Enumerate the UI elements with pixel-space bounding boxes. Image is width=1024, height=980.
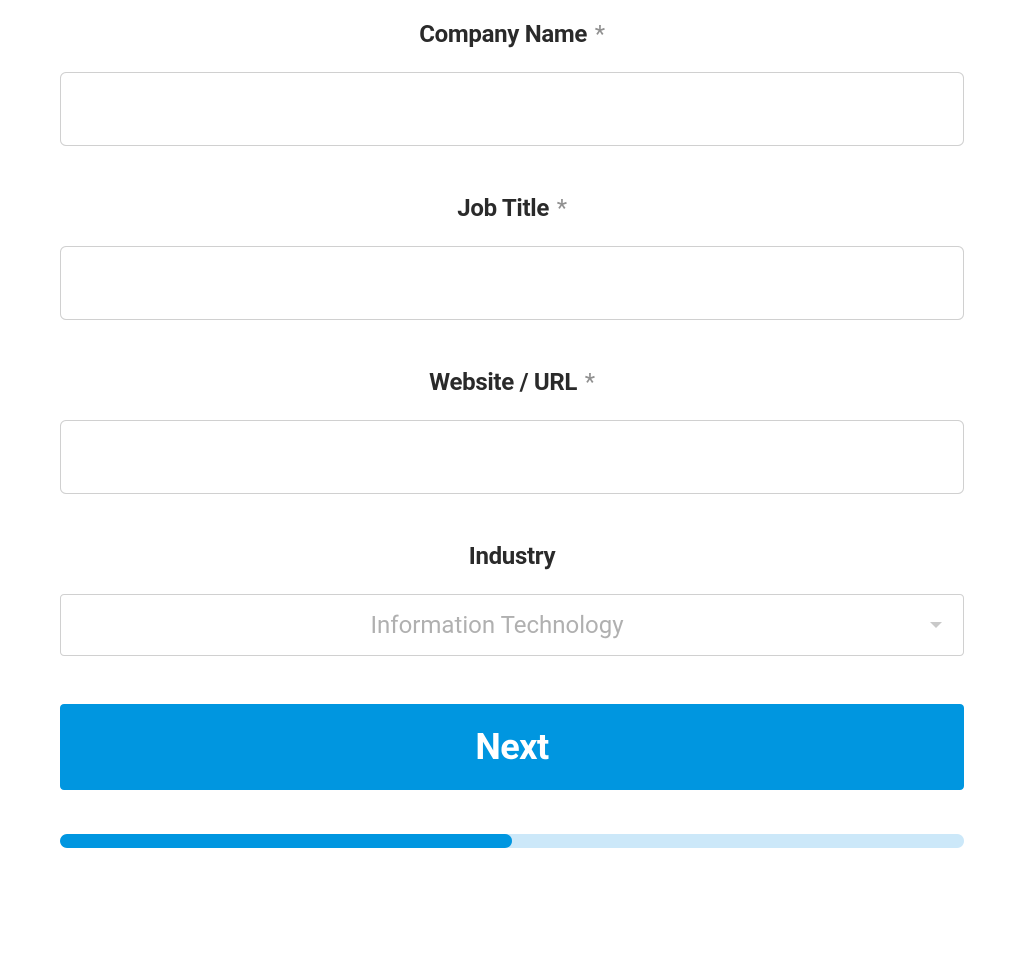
required-asterisk: * xyxy=(595,20,605,48)
job-title-field-group: Job Title * xyxy=(60,194,964,320)
industry-field-group: Industry Information Technology xyxy=(60,542,964,656)
website-field-group: Website / URL * xyxy=(60,368,964,494)
industry-select-wrapper: Information Technology xyxy=(60,594,964,656)
industry-label: Industry xyxy=(60,542,964,570)
job-title-label: Job Title * xyxy=(60,194,964,222)
progress-fill xyxy=(60,834,512,848)
form-container: Company Name * Job Title * Website / URL… xyxy=(60,20,964,848)
company-label-text: Company Name xyxy=(419,20,587,48)
job-title-input[interactable] xyxy=(60,246,964,320)
website-label-text: Website / URL xyxy=(429,368,577,396)
industry-select[interactable]: Information Technology xyxy=(60,594,964,656)
job-title-label-text: Job Title xyxy=(457,194,549,222)
progress-bar xyxy=(60,834,964,848)
website-label: Website / URL * xyxy=(60,368,964,396)
website-input[interactable] xyxy=(60,420,964,494)
company-label: Company Name * xyxy=(60,20,964,48)
company-field-group: Company Name * xyxy=(60,20,964,146)
next-button[interactable]: Next xyxy=(60,704,964,790)
industry-label-text: Industry xyxy=(469,542,556,570)
company-input[interactable] xyxy=(60,72,964,146)
required-asterisk: * xyxy=(557,194,567,222)
required-asterisk: * xyxy=(585,368,595,396)
